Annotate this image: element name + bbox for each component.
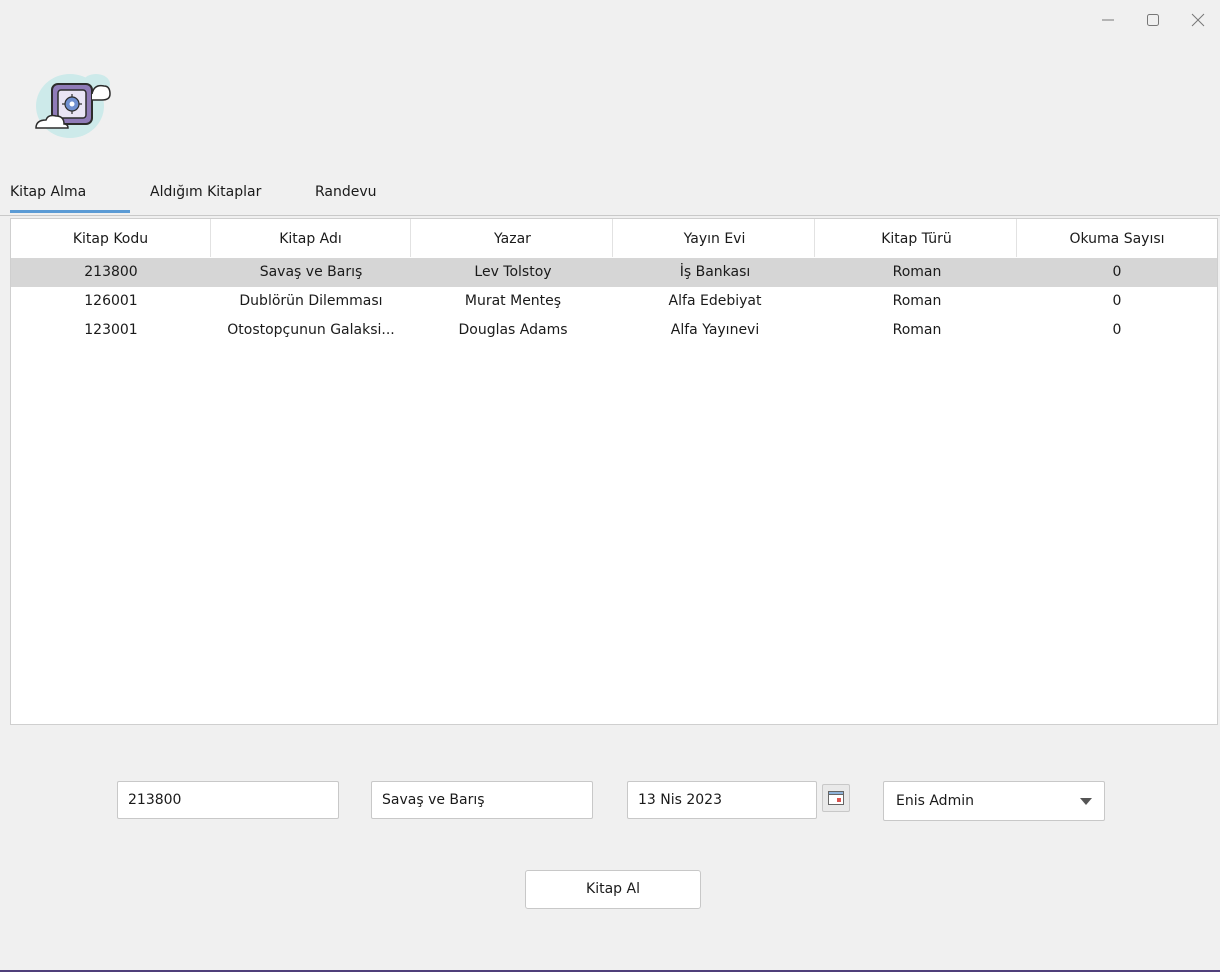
maximize-icon [1146,14,1159,26]
table-header: Kitap Kodu Kitap Adı Yazar Yayın Evi Kit… [11,219,1217,257]
table-row[interactable]: 126001 Dublörün Dilemması Murat Menteş A… [11,287,1217,316]
book-code-input[interactable] [117,781,339,819]
app-logo-icon [22,66,118,146]
tab-bar: Kitap Alma Aldığım Kitaplar Randevu [0,175,1220,216]
dropdown-arrow-icon [1080,798,1092,805]
cell-genre: Roman [892,293,942,309]
cell-read-count: 0 [1112,293,1122,309]
cell-genre: Roman [892,322,942,338]
books-table: Kitap Kodu Kitap Adı Yazar Yayın Evi Kit… [10,218,1218,725]
tab-kitap-alma[interactable]: Kitap Alma [10,175,86,213]
active-tab-indicator [10,210,130,213]
table-row[interactable]: 213800 Savaş ve Barış Lev Tolstoy İş Ban… [11,258,1217,287]
close-button[interactable] [1175,0,1220,40]
column-header[interactable]: Kitap Adı [211,219,411,257]
calendar-icon [828,791,844,805]
cell-author: Murat Menteş [464,293,562,309]
cell-publisher: İş Bankası [679,264,751,280]
cell-book-name: Savaş ve Barış [259,264,363,280]
cell-author: Douglas Adams [458,322,568,338]
tab-aldigim-kitaplar[interactable]: Aldığım Kitaplar [150,175,261,213]
table-row[interactable]: 123001 Otostopçunun Galaksi... Douglas A… [11,316,1217,345]
column-header[interactable]: Yazar [413,219,613,257]
cell-author: Lev Tolstoy [474,264,552,280]
minimize-button[interactable] [1085,0,1130,40]
column-header[interactable]: Okuma Sayısı [1017,219,1217,257]
cell-read-count: 0 [1112,264,1122,280]
cell-book-code: 213800 [84,264,138,280]
calendar-button[interactable] [822,784,850,812]
cell-publisher: Alfa Yayınevi [670,322,760,338]
maximize-button[interactable] [1130,0,1175,40]
cell-book-name: Otostopçunun Galaksi... [227,322,395,338]
close-icon [1191,13,1204,27]
cell-publisher: Alfa Edebiyat [668,293,762,309]
cell-read-count: 0 [1112,322,1122,338]
window-controls [1085,0,1220,40]
cell-book-name: Dublörün Dilemması [239,293,383,309]
book-name-input[interactable] [371,781,593,819]
column-header[interactable]: Yayın Evi [615,219,815,257]
cell-genre: Roman [892,264,942,280]
cell-book-code: 126001 [84,293,138,309]
minimize-icon [1101,19,1114,21]
user-select-value: Enis Admin [896,793,974,809]
column-header[interactable]: Kitap Türü [817,219,1017,257]
user-select[interactable]: Enis Admin [883,781,1105,821]
column-header[interactable]: Kitap Kodu [11,219,211,257]
date-input[interactable] [627,781,817,819]
kitap-al-button[interactable]: Kitap Al [525,870,701,909]
tab-randevu[interactable]: Randevu [315,175,377,213]
cell-book-code: 123001 [84,322,138,338]
